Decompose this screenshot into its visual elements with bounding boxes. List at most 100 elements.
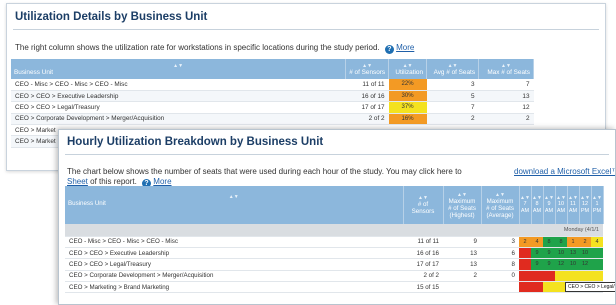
- column-header-sensors[interactable]: ▲▼ # of Sensors: [403, 186, 444, 224]
- hour-cell[interactable]: [579, 270, 591, 283]
- hour-cell[interactable]: 10: [555, 247, 567, 260]
- column-header-hour[interactable]: ▲▼ 10 AM: [555, 186, 568, 224]
- hour-cell[interactable]: [591, 270, 603, 283]
- column-header-max-seats[interactable]: ▲▼ Max # of Seats: [478, 59, 534, 79]
- excel-sheet-link[interactable]: Sheet: [67, 177, 88, 186]
- hour-cell[interactable]: [531, 270, 543, 283]
- hour-cell[interactable]: 9: [531, 247, 543, 260]
- column-header-hour[interactable]: ▲▼ 11 AM: [567, 186, 580, 224]
- panel-description: The chart below shows the number of seat…: [59, 155, 615, 188]
- column-header-hour[interactable]: ▲▼ 7 AM: [519, 186, 532, 224]
- row-tooltip: CEO > CEO > Legal/Tre: [565, 282, 615, 292]
- column-header-utilization[interactable]: ▲▼ Utilization: [388, 59, 428, 79]
- hour-cell[interactable]: 2: [519, 236, 531, 248]
- sensors-cell: 15 of 15: [403, 281, 443, 294]
- table-header-row: ▲▼ Business Unit ▲▼ # of Sensors ▲▼ Maximum #…: [65, 186, 604, 224]
- description-text: The right column shows the utilization r…: [15, 43, 380, 52]
- business-unit-cell: CEO - Misc > CEO - Misc > CEO - Misc: [65, 236, 403, 248]
- column-header-hour[interactable]: ▲▼ 12 PM: [579, 186, 592, 224]
- group-spacer-cell: [403, 224, 443, 237]
- hour-cell[interactable]: 9: [543, 258, 555, 271]
- business-unit-cell: CEO > Corporate Development > Merger/Acq…: [65, 270, 403, 283]
- max-seats-average-cell: 3: [481, 236, 519, 248]
- sensors-cell: 11 of 11: [403, 236, 443, 248]
- max-seats-highest-cell: [443, 281, 481, 294]
- max-seats-average-cell: 0: [481, 270, 519, 283]
- avg-seats-cell: 3: [426, 79, 479, 91]
- hourly-breakdown-panel: Hourly Utilization Breakdown by Business…: [58, 129, 616, 305]
- sensors-cell: 17 of 17: [403, 258, 443, 271]
- table-row[interactable]: CEO > Corporate Development > Merger/Acq…: [11, 113, 534, 126]
- hour-cell[interactable]: 12: [579, 258, 591, 271]
- hour-cell[interactable]: [591, 258, 603, 271]
- table-row[interactable]: CEO > CEO > Legal/Treasury 17 of 17 37% 7 12: [11, 101, 534, 114]
- business-unit-cell: CEO > CEO > Legal/Treasury: [65, 258, 403, 271]
- hour-cell[interactable]: [555, 270, 567, 283]
- hour-cell[interactable]: [519, 247, 531, 260]
- column-header-avg-seats[interactable]: ▲▼ Avg # of Seats: [426, 59, 480, 79]
- hour-cell[interactable]: [531, 281, 543, 294]
- day-label: Monday (4/1/1: [519, 224, 603, 237]
- column-header-hour[interactable]: ▲▼ 8 AM: [531, 186, 544, 224]
- sensors-cell: 2 of 2: [345, 113, 389, 126]
- hourly-table: ▲▼ Business Unit ▲▼ # of Sensors ▲▼ Maximum #…: [65, 186, 604, 294]
- table-row[interactable]: CEO - Misc > CEO - Misc > CEO - Misc 11 o…: [11, 79, 534, 91]
- hour-cell[interactable]: 1: [567, 236, 579, 248]
- avg-seats-cell: 5: [426, 90, 479, 103]
- panel-description: The right column shows the utilization r…: [7, 30, 605, 56]
- business-unit-cell: CEO > CEO > Executive Leadership: [11, 90, 346, 103]
- table-row[interactable]: CEO - Misc > CEO - Misc > CEO - Misc 11 o…: [65, 236, 603, 248]
- group-spacer-cell: [443, 224, 481, 237]
- utilization-cell: 30%: [388, 90, 427, 103]
- column-header-business-unit[interactable]: ▲▼ Business Unit: [11, 59, 347, 79]
- column-header-hour[interactable]: ▲▼ 1 PM: [591, 186, 604, 224]
- hour-cell[interactable]: [519, 258, 531, 271]
- business-unit-cell: CEO > Corporate Development > Merger/Acq…: [11, 113, 346, 126]
- hour-cell[interactable]: 12: [555, 258, 567, 271]
- column-header-max-seats-average[interactable]: ▲▼ Maximum # of Seats (Average): [481, 186, 520, 224]
- table-row[interactable]: CEO > CEO > Legal/Treasury 17 of 17 13 8 9 9 1…: [65, 258, 603, 271]
- sensors-cell: 16 of 16: [345, 90, 389, 103]
- hour-cell[interactable]: 10: [579, 247, 591, 260]
- hour-cell[interactable]: 2: [579, 236, 591, 248]
- hour-cell[interactable]: 9: [543, 247, 555, 260]
- table-row[interactable]: CEO > Corporate Development > Merger/Acq…: [65, 270, 603, 283]
- utilization-cell: 22%: [388, 79, 427, 91]
- hour-cell[interactable]: [567, 270, 579, 283]
- hour-cell[interactable]: 13: [567, 247, 579, 260]
- panel-title: Utilization Details by Business Unit: [15, 11, 208, 23]
- max-seats-highest-cell: 2: [443, 270, 481, 283]
- hour-cell[interactable]: [519, 281, 531, 294]
- max-seats-highest-cell: 13: [443, 247, 481, 260]
- hour-cell[interactable]: 4: [591, 236, 603, 248]
- hour-cell[interactable]: 8: [543, 236, 555, 248]
- column-header-max-seats-highest[interactable]: ▲▼ Maximum # of Seats (Highest): [443, 186, 482, 224]
- hour-cell[interactable]: [591, 247, 603, 260]
- max-seats-average-cell: [481, 281, 519, 294]
- table-row[interactable]: CEO > CEO > Executive Leadership 16 of 16…: [11, 90, 534, 103]
- column-header-hour[interactable]: ▲▼ 9 AM: [543, 186, 556, 224]
- column-header-business-unit[interactable]: ▲▼ Business Unit: [65, 186, 404, 224]
- hour-cell[interactable]: 8: [555, 236, 567, 248]
- hour-cell[interactable]: [543, 281, 555, 294]
- download-excel-link[interactable]: download a Microsoft Excel™: [514, 167, 615, 177]
- hour-cell[interactable]: 10: [567, 258, 579, 271]
- group-spacer-cell: [481, 224, 519, 237]
- group-spacer-cell: [65, 224, 403, 237]
- hour-cell[interactable]: [519, 270, 531, 283]
- table-row[interactable]: CEO > CEO > Executive Leadership 16 of 16…: [65, 247, 603, 260]
- hour-cell[interactable]: [543, 270, 555, 283]
- max-seats-cell: 13: [478, 90, 534, 103]
- hour-cell[interactable]: 4: [531, 236, 543, 248]
- business-unit-cell: CEO - Misc > CEO - Misc > CEO - Misc: [11, 79, 346, 91]
- hour-cell[interactable]: 9: [531, 258, 543, 271]
- column-header-sensors[interactable]: ▲▼ # of Sensors: [345, 59, 390, 79]
- sensors-cell: 16 of 16: [403, 247, 443, 260]
- info-icon[interactable]: ?: [384, 45, 394, 54]
- max-seats-cell: 2: [478, 113, 534, 126]
- more-link[interactable]: More: [153, 177, 171, 186]
- more-link[interactable]: More: [396, 43, 414, 52]
- sort-arrows-icon: ▲▼: [173, 63, 184, 69]
- table-header-row: ▲▼ Business Unit ▲▼ # of Sensors ▲▼ Utiliza…: [11, 59, 534, 79]
- table-row[interactable]: CEO > Marketing > Brand Marketing 15 of 1…: [65, 281, 603, 294]
